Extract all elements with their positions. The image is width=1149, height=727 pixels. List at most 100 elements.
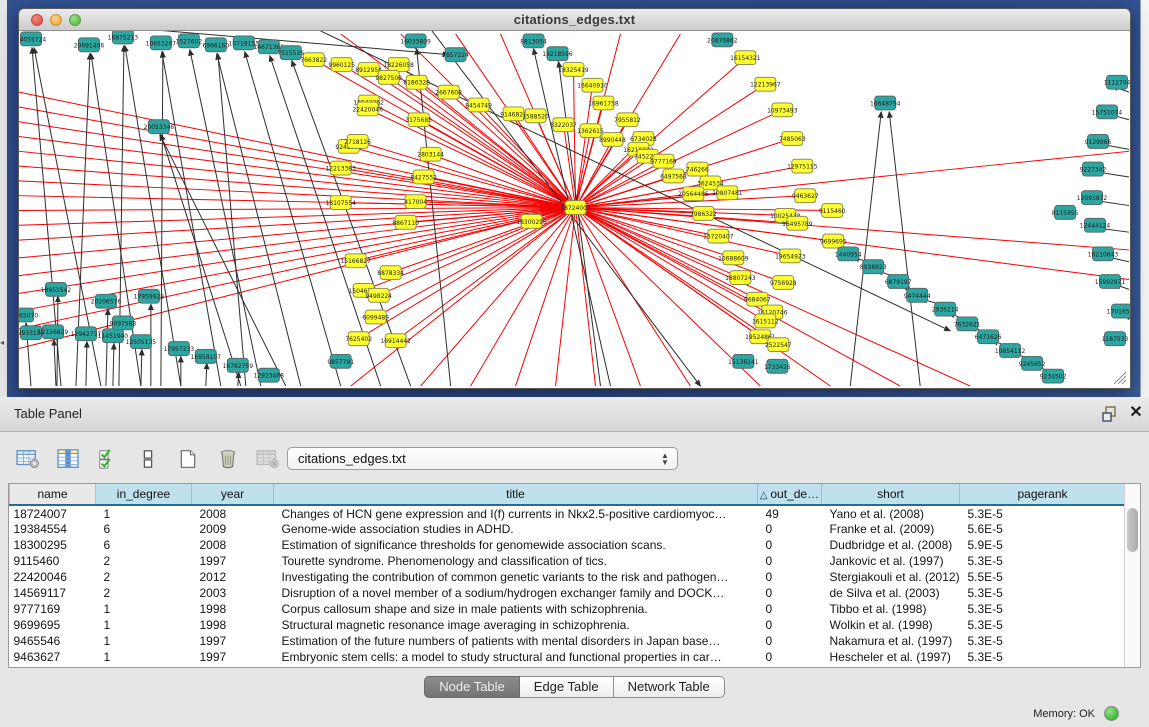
table-cell[interactable]: 2008 — [192, 537, 274, 553]
graph-node[interactable]: 19218596 — [542, 47, 573, 61]
graph-node[interactable]: 16648794 — [870, 96, 901, 110]
graph-node[interactable]: 7857224 — [442, 48, 469, 62]
table-row[interactable]: 911546021997Tourette syndrome. Phenomeno… — [10, 553, 1126, 569]
table-cell[interactable]: 9777169 — [10, 601, 96, 617]
graph-node[interactable]: 20065070 — [19, 308, 38, 322]
graph-node[interactable]: 9129966 — [1085, 135, 1112, 149]
graph-node[interactable]: 16210643 — [1088, 247, 1119, 261]
table-cell[interactable]: Corpus callosum shape and size in male p… — [274, 601, 758, 617]
column-visibility-icon[interactable] — [54, 445, 82, 473]
graph-node[interactable]: 18325419 — [558, 63, 589, 77]
graph-node[interactable]: 9234502 — [1040, 369, 1067, 383]
graph-node[interactable]: 12505135 — [126, 335, 157, 349]
graph-node[interactable]: 16640910 — [577, 78, 608, 92]
graph-node[interactable]: 8867110 — [392, 215, 419, 229]
table-cell[interactable]: Tibbo et al. (1998) — [822, 601, 960, 617]
graph-node[interactable]: 1440954 — [835, 247, 862, 261]
graph-node[interactable]: 9756928 — [770, 276, 797, 290]
graph-node[interactable]: 8322037 — [550, 118, 577, 132]
table-cell[interactable]: 5.5E-5 — [960, 569, 1126, 585]
table-cell[interactable]: 0 — [758, 617, 822, 633]
table-cell[interactable]: Structural magnetic resonance image aver… — [274, 617, 758, 633]
table-cell[interactable]: 9465546 — [10, 633, 96, 649]
select-columns-icon[interactable] — [94, 445, 122, 473]
network-graph-svg[interactable]: 1872400776638229960125891295418226058982… — [19, 31, 1130, 388]
graph-node[interactable]: 19654923 — [775, 249, 806, 263]
table-cell[interactable]: 0 — [758, 569, 822, 585]
table-cell[interactable]: 0 — [758, 633, 822, 649]
graph-node[interactable]: 6879197 — [885, 275, 912, 289]
graph-node[interactable]: 8115955 — [1052, 206, 1079, 220]
graph-node[interactable]: 18724007 — [560, 201, 591, 215]
table-cell[interactable]: 1 — [96, 601, 192, 617]
table-row[interactable]: 946554611997Estimation of the future num… — [10, 633, 1126, 649]
graph-node[interactable]: 16961758 — [588, 96, 619, 110]
table-cell[interactable]: 5.3E-5 — [960, 505, 1126, 521]
graph-node[interactable]: 9115460 — [819, 204, 846, 218]
graph-node[interactable]: 8427552 — [410, 170, 437, 184]
table-row[interactable]: 2242004622012Investigating the contribut… — [10, 569, 1126, 585]
table-row[interactable]: 1456911722003Disruption of a novel membe… — [10, 585, 1126, 601]
graph-node[interactable]: 8186328 — [403, 75, 430, 89]
graph-node[interactable]: 18951542 — [41, 282, 72, 296]
table-cell[interactable]: 5.6E-5 — [960, 521, 1126, 537]
graph-node[interactable]: 15720407 — [703, 229, 734, 243]
graph-node[interactable]: 7955812 — [614, 113, 641, 127]
column-header-in_degree[interactable]: in_degree — [96, 484, 192, 505]
panel-collapse-handle[interactable]: ◂ — [0, 338, 7, 348]
graph-node[interactable]: 1733426 — [764, 359, 791, 373]
table-cell[interactable]: 0 — [758, 537, 822, 553]
graph-node[interactable]: 9827508 — [375, 70, 402, 84]
graph-node[interactable]: 6966160 — [203, 38, 230, 52]
tab-network-table[interactable]: Network Table — [614, 676, 725, 698]
table-cell[interactable]: Stergiakouli et al. (2012) — [822, 569, 960, 585]
column-header-title[interactable]: title — [274, 484, 758, 505]
table-cell[interactable]: 18300295 — [10, 537, 96, 553]
table-cell[interactable]: Franke et al. (2009) — [822, 521, 960, 537]
graph-node[interactable]: 16033809 — [400, 34, 431, 48]
graph-node[interactable]: 7485063 — [779, 132, 806, 146]
graph-node[interactable]: 18300295 — [516, 214, 547, 228]
table-cell[interactable]: Jankovic et al. (1997) — [822, 553, 960, 569]
table-cell[interactable]: 2003 — [192, 585, 274, 601]
graph-node[interactable]: 9960125 — [328, 58, 355, 72]
graph-node[interactable]: 417004 — [404, 195, 427, 209]
table-cell[interactable]: Yano et al. (2008) — [822, 505, 960, 521]
table-cell[interactable]: 2012 — [192, 569, 274, 585]
graph-node[interactable]: 18226058 — [383, 58, 414, 72]
graph-node[interactable]: 20053346 — [144, 120, 175, 134]
table-cell[interactable]: 6 — [96, 521, 192, 537]
table-cell[interactable]: 1 — [96, 505, 192, 521]
graph-node[interactable]: 7625402 — [345, 332, 372, 346]
table-cell[interactable]: Embryonic stem cells: a model to study s… — [274, 649, 758, 665]
table-cell[interactable]: 22420046 — [10, 569, 96, 585]
graph-node[interactable]: 16154321 — [730, 51, 761, 65]
graph-node[interactable]: 9684067 — [744, 292, 771, 306]
graph-node[interactable]: 9498224 — [365, 288, 392, 302]
table-cell[interactable]: 5.3E-5 — [960, 617, 1126, 633]
table-cell[interactable]: 9115460 — [10, 553, 96, 569]
table-cell[interactable]: Hescheler et al. (1997) — [822, 649, 960, 665]
column-header-out_de[interactable]: △ out_de… — [758, 484, 822, 505]
table-cell[interactable]: Genome-wide association studies in ADHD. — [274, 521, 758, 537]
graph-node[interactable]: 8990448 — [599, 133, 626, 147]
table-cell[interactable]: 0 — [758, 553, 822, 569]
new-column-icon[interactable] — [174, 445, 202, 473]
graph-node[interactable]: 20691406 — [74, 38, 105, 52]
table-cell[interactable]: 6 — [96, 537, 192, 553]
table-cell[interactable]: 0 — [758, 585, 822, 601]
scrollbar-thumb[interactable] — [1127, 508, 1138, 552]
table-source-dropdown[interactable]: citations_edges.txt ▲▼ — [287, 447, 678, 470]
delete-table-icon[interactable] — [254, 445, 282, 473]
window-titlebar[interactable]: citations_edges.txt — [19, 9, 1130, 31]
graph-node[interactable]: 1362615 — [577, 124, 604, 138]
graph-node[interactable]: 10653267 — [146, 36, 177, 50]
table-cell[interactable]: Investigating the contribution of common… — [274, 569, 758, 585]
table-cell[interactable]: 9699695 — [10, 617, 96, 633]
table-cell[interactable]: Dudbridge et al. (2008) — [822, 537, 960, 553]
table-row[interactable]: 1938455462009Genome-wide association stu… — [10, 521, 1126, 537]
table-cell[interactable]: Estimation of the future numbers of pati… — [274, 633, 758, 649]
graph-node[interactable]: 6099489 — [362, 310, 389, 324]
resize-grip[interactable] — [1111, 369, 1127, 385]
graph-node[interactable]: 7632621 — [954, 317, 981, 331]
